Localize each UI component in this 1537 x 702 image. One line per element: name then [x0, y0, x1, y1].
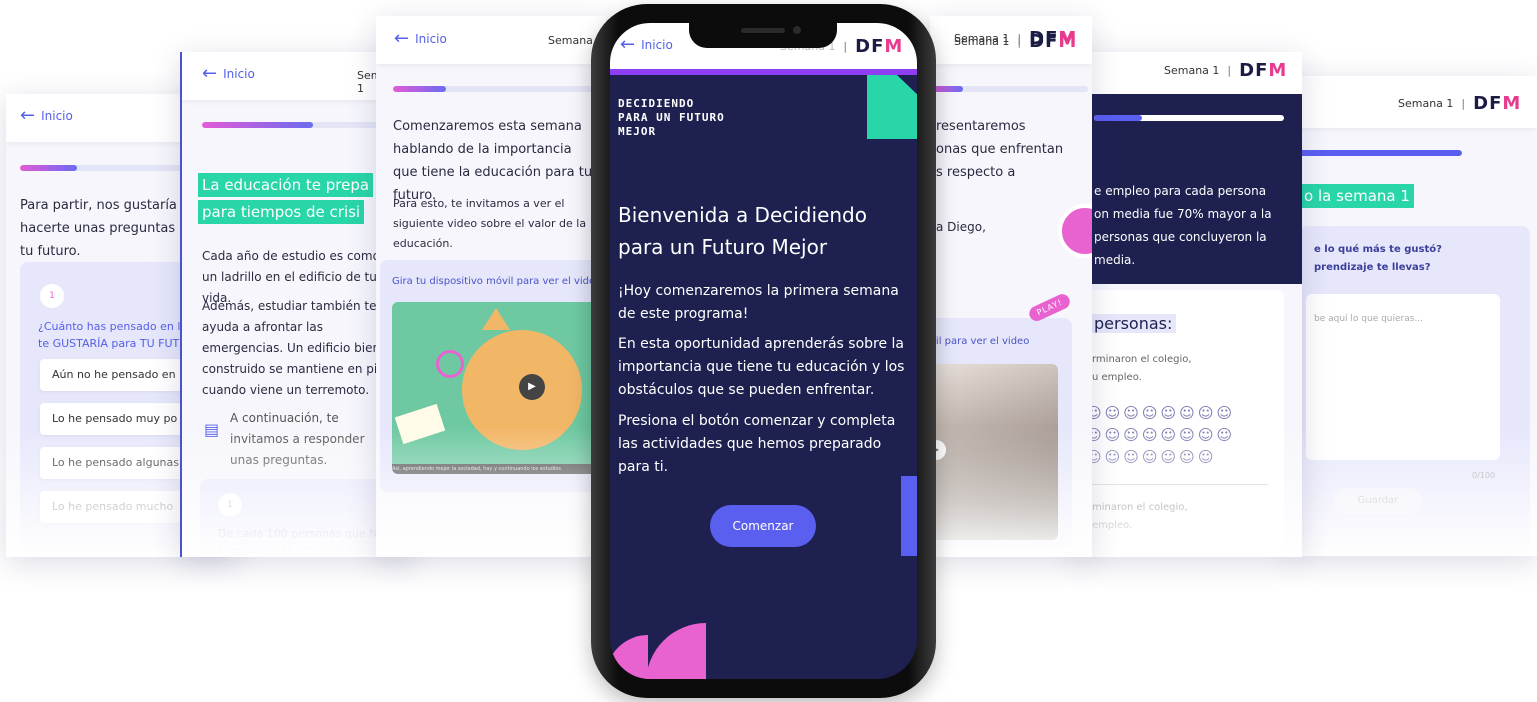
- answer-placeholder: be aquí lo que quieras...: [1314, 314, 1424, 324]
- arrow-left-icon: ←: [20, 105, 36, 126]
- play-icon[interactable]: ▶: [519, 374, 545, 400]
- week-label-top-right: Semana 1 | DFM: [954, 28, 1078, 49]
- week-label: Semana 1| DFM: [1164, 60, 1288, 81]
- arrow-left-icon: ←: [394, 28, 410, 49]
- stat-line-2: on media fue 70% mayor a la: [1094, 207, 1272, 221]
- text-line-4: a Diego,: [936, 220, 986, 234]
- question-1: e lo qué más te gustó?: [1314, 244, 1442, 255]
- video-shape-book: [394, 403, 446, 445]
- back-label: Inicio: [223, 67, 255, 81]
- welcome-p2: En esta oportunidad aprenderás sobre la …: [618, 336, 905, 398]
- speaker: [741, 28, 785, 33]
- video-player[interactable]: ▶ Así, aprendiendo mejor la sociedad, ha…: [392, 302, 602, 474]
- back-link[interactable]: ← Inicio: [620, 34, 673, 55]
- back-label: Inicio: [641, 38, 673, 52]
- text-line-3: s respecto a: [936, 165, 1016, 180]
- video-panel: Gira tu dispositivo móvil para ver el vi…: [380, 260, 606, 492]
- screen-card-4: Semana 1 | DFM resentaremos onas que enfr…: [930, 16, 1092, 557]
- screen-card-5: Semana 1 | DFM e empleo para cada persona…: [1074, 52, 1302, 557]
- dfm-logo: DFM: [1239, 60, 1288, 81]
- question-number: 1: [218, 493, 242, 517]
- dfm-logo: DFM: [1473, 93, 1522, 114]
- stat-line-3: personas que concluyeron la: [1094, 230, 1267, 244]
- heading: o la semana 1: [1300, 184, 1414, 208]
- progress-bar: [1094, 115, 1284, 121]
- progress-bar: [1290, 150, 1462, 156]
- dfm-logo: DFM: [855, 36, 904, 57]
- back-link[interactable]: ← Inicio: [202, 63, 255, 84]
- back-link[interactable]: ← Inicio: [394, 28, 447, 49]
- heading-line-2: para tiempos de crisi: [198, 200, 365, 224]
- program-title-line-1: DECIDIENDO: [618, 97, 695, 110]
- program-title: DECIDIENDO PARA UN FUTURO MEJOR: [618, 97, 725, 139]
- welcome-heading: Bienvenida a Decidiendo para un Futuro M…: [618, 203, 867, 259]
- video-player[interactable]: ▶: [930, 364, 1058, 540]
- video-shape-triangle: [482, 308, 510, 330]
- phone-notch: [689, 22, 837, 48]
- save-button[interactable]: Guardar: [1334, 488, 1422, 514]
- dfm-logo: DFM: [1029, 28, 1078, 49]
- week-label: Semana 1| DFM: [1398, 93, 1522, 114]
- welcome-p1: ¡Hoy comenzaremos la primera semana de e…: [618, 283, 899, 322]
- video-shape-mirror: [436, 350, 464, 378]
- heading-line-1: La educación te prepa: [198, 173, 374, 197]
- stat-line-1: e empleo para cada persona: [1094, 184, 1267, 198]
- start-button[interactable]: Comenzar: [710, 505, 816, 547]
- divider: [1092, 484, 1268, 485]
- phone-screen: ← Inicio Semana 1| DFM DECIDIENDO PARA U…: [610, 23, 917, 679]
- chat-icon: ▤: [204, 420, 220, 439]
- prompt-text: A continuación, te invitamos a responder…: [230, 411, 365, 467]
- screen-card-6: Semana 1 | DFM o la semana 1 e lo qué más…: [1290, 76, 1537, 556]
- stats-sub-2b: empleo.: [1092, 520, 1133, 531]
- stats-sub-2a: minaron el colegio,: [1092, 502, 1188, 513]
- back-link[interactable]: ← Inicio: [20, 105, 73, 126]
- stats-sub-1b: u empleo.: [1092, 372, 1142, 383]
- pink-avatar: [1058, 204, 1092, 258]
- welcome-p3: Presiona el botón comenzar y completa la…: [618, 413, 896, 475]
- pink-corner-shape: [610, 623, 706, 679]
- answer-textarea[interactable]: be aquí lo que quieras...: [1306, 294, 1500, 460]
- arrow-left-icon: ←: [202, 63, 218, 84]
- arrow-left-icon: ←: [620, 34, 636, 55]
- program-title-line-2: PARA UN FUTURO: [618, 111, 725, 124]
- phone-frame: ← Inicio Semana 1| DFM DECIDIENDO PARA U…: [591, 4, 936, 698]
- navy-header: e empleo para cada persona on media fue …: [1074, 94, 1302, 284]
- stats-sub-1a: rminaron el colegio,: [1092, 354, 1192, 365]
- program-title-line-3: MEJOR: [618, 125, 657, 138]
- camera-icon: [793, 26, 801, 34]
- char-counter: 0/100: [1472, 471, 1496, 480]
- back-label: Inicio: [415, 32, 447, 46]
- paragraph-2: Además, estudiar también te ayuda a afro…: [202, 299, 385, 397]
- question-text: De cada 100 personas que NO terminaron l…: [218, 527, 390, 557]
- stat-line-4: media.: [1094, 253, 1136, 267]
- rotate-hint: vil para ver el video: [930, 336, 1030, 347]
- video-panel: vil para ver el video ▶: [930, 318, 1072, 550]
- back-label: Inicio: [41, 109, 73, 123]
- paragraph-2: Para esto, te invitamos a ver el siguien…: [393, 197, 587, 250]
- progress-bar: [930, 86, 1088, 92]
- text-line-2: onas que enfrentan: [936, 142, 1064, 157]
- blue-side-shape: [901, 476, 917, 556]
- screen-card-3: ← Inicio Semana 1 Comenzaremos esta sema…: [376, 16, 606, 557]
- progress-bar: [393, 86, 603, 92]
- stats-heading: personas:: [1090, 314, 1177, 333]
- question-2: prendizaje te llevas?: [1314, 262, 1431, 273]
- text-line-1: resentaremos: [936, 119, 1026, 134]
- reflection-panel: e lo qué más te gustó? prendizaje te lle…: [1300, 226, 1530, 556]
- person-icons-grid: ☺☺☺☺☺☺☺☺ ☺☺☺☺☺☺☺☺ ☺☺☺☺☺☺☺: [1086, 404, 1236, 466]
- rotate-hint: Gira tu dispositivo móvil para ver el vi…: [392, 276, 602, 287]
- green-shape: [867, 75, 917, 139]
- stats-card: personas: rminaron el colegio, u empleo.…: [1082, 290, 1284, 557]
- video-caption: Así, aprendiendo mejor la sociedad, hay …: [392, 464, 602, 474]
- question-number: 1: [40, 284, 64, 308]
- accent-bar: [610, 69, 917, 75]
